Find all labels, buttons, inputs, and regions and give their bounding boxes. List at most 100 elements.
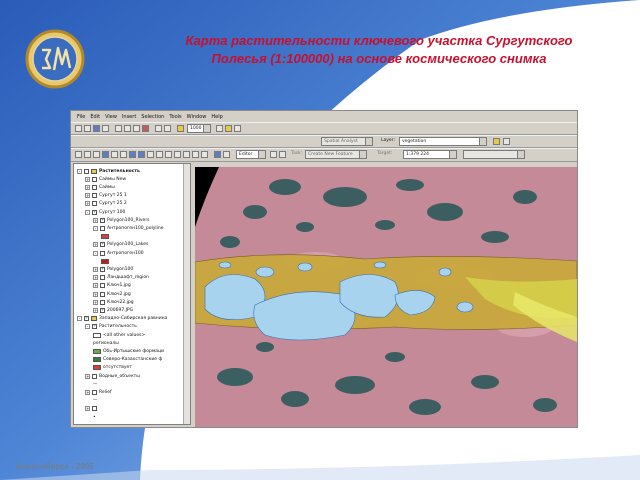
layer-visibility-checkbox[interactable]: ✓ — [100, 217, 105, 223]
toc-item[interactable]: + ✓ Polygon100_Lakes — [93, 241, 148, 249]
new-document-icon[interactable] — [75, 125, 82, 132]
layer-visibility-checkbox[interactable] — [92, 373, 97, 379]
layer-visibility-checkbox[interactable] — [92, 201, 97, 207]
toc-item[interactable]: + Ландшафт_region — [93, 274, 149, 282]
layer-visibility-checkbox[interactable] — [92, 193, 97, 199]
toc-item[interactable]: отсутствует — [93, 364, 132, 372]
toc-item[interactable]: — — [93, 380, 98, 388]
expand-icon[interactable]: + — [85, 193, 90, 199]
layer-visibility-checkbox[interactable] — [100, 250, 105, 256]
hyperlink-icon[interactable] — [192, 151, 199, 158]
forward-icon[interactable] — [138, 151, 145, 158]
layer-visibility-checkbox[interactable] — [100, 291, 105, 297]
expand-icon[interactable]: + — [85, 201, 90, 207]
select-elements-icon[interactable] — [156, 151, 163, 158]
collapse-icon[interactable]: - — [77, 316, 82, 322]
toc-item[interactable] — [101, 257, 111, 265]
expand-icon[interactable]: + — [85, 373, 90, 379]
chevron-down-icon[interactable] — [203, 125, 210, 132]
layer-visibility-checkbox[interactable]: ✓ — [100, 242, 105, 248]
print-icon[interactable] — [102, 125, 109, 132]
layer-visibility-checkbox[interactable]: ✓ — [92, 324, 97, 330]
zoom-in-icon[interactable] — [75, 151, 82, 158]
cut-icon[interactable] — [115, 125, 122, 132]
expand-icon[interactable]: + — [93, 291, 98, 297]
toc-item[interactable]: + Relief — [85, 388, 112, 396]
expand-icon[interactable]: + — [93, 307, 98, 313]
layer-visibility-checkbox[interactable] — [92, 176, 97, 182]
toc-item[interactable]: + ✓ 200697.JPG — [93, 306, 133, 314]
edit-tool-icon[interactable] — [270, 151, 277, 158]
expand-icon[interactable]: + — [85, 406, 90, 412]
expand-icon[interactable]: + — [93, 242, 98, 248]
delete-icon[interactable] — [142, 125, 149, 132]
task-select[interactable]: Create New Feature — [305, 150, 367, 159]
full-extent-icon[interactable] — [102, 151, 109, 158]
toc-item[interactable]: <all other values> — [93, 331, 145, 339]
expand-icon[interactable]: + — [93, 275, 98, 281]
toc-item[interactable]: + Сургут 25 2 — [85, 200, 127, 208]
toc-item[interactable]: + ✓ Polygon100 — [93, 265, 133, 273]
toc-item[interactable]: • — [93, 413, 96, 421]
spatial-analyst-tool-icon[interactable] — [503, 138, 510, 145]
menu-item[interactable]: Help — [211, 114, 222, 120]
chevron-down-icon[interactable] — [479, 138, 486, 145]
collapse-icon[interactable]: - — [85, 209, 90, 215]
histogram-icon[interactable] — [493, 138, 500, 145]
redo-icon[interactable] — [164, 125, 171, 132]
collapse-icon[interactable]: - — [77, 168, 82, 174]
chevron-down-icon[interactable] — [365, 138, 372, 145]
target-select[interactable] — [463, 150, 525, 159]
toc-item[interactable]: - Растительность — [77, 167, 140, 175]
toc-item[interactable]: + — [85, 405, 99, 413]
help-icon[interactable] — [234, 125, 241, 132]
menu-item[interactable]: Window — [187, 114, 207, 120]
layer-visibility-checkbox[interactable] — [100, 275, 105, 281]
toc-item[interactable]: - Антропоген100 — [93, 249, 144, 257]
expand-icon[interactable]: + — [93, 299, 98, 305]
layer-visibility-checkbox[interactable]: ✓ — [92, 209, 97, 215]
toc-item[interactable]: + Сургут 25 1 — [85, 192, 127, 200]
arctoolbox-icon[interactable] — [225, 125, 232, 132]
menu-item[interactable]: Selection — [141, 114, 164, 120]
toc-item[interactable]: - ✓ Западно-Сибирская равнина — [77, 315, 167, 323]
editor-toolbar-icon[interactable] — [216, 125, 223, 132]
layer-visibility-checkbox[interactable] — [100, 283, 105, 289]
layer-visibility-checkbox[interactable]: ✓ — [100, 307, 105, 313]
zoom-out-icon[interactable] — [84, 151, 91, 158]
toc-item[interactable]: + Ключ22.jpg — [93, 298, 134, 306]
open-icon[interactable] — [84, 125, 91, 132]
expand-icon[interactable]: + — [85, 389, 90, 395]
toc-scrollbar[interactable] — [183, 164, 190, 424]
map-view[interactable] — [195, 167, 577, 428]
globe-icon[interactable] — [214, 151, 221, 158]
toc-item[interactable]: регионалы — [93, 339, 119, 347]
menu-item[interactable]: Edit — [90, 114, 100, 120]
expand-icon[interactable]: + — [85, 184, 90, 190]
copy-icon[interactable] — [124, 125, 131, 132]
chevron-down-icon[interactable] — [359, 151, 366, 158]
chevron-down-icon[interactable] — [517, 151, 524, 158]
identify-icon[interactable] — [165, 151, 172, 158]
menu-item[interactable]: File — [77, 114, 85, 120]
chevron-down-icon[interactable] — [449, 151, 456, 158]
toc-item[interactable]: - Антропоген100_polyline — [93, 224, 164, 232]
toc-item[interactable]: Северо-Казахстанские ф — [93, 356, 162, 364]
layer-visibility-checkbox[interactable] — [84, 168, 89, 174]
layer-visibility-checkbox[interactable]: ✓ — [84, 316, 89, 322]
toc-item[interactable]: + Водные_объекты — [85, 372, 140, 380]
pan-icon[interactable] — [93, 151, 100, 158]
menu-item[interactable]: Tools — [169, 114, 181, 120]
toc-item[interactable]: — — [93, 397, 98, 405]
back-icon[interactable] — [129, 151, 136, 158]
expand-icon[interactable]: + — [93, 217, 98, 223]
zoom-layer-icon[interactable] — [223, 151, 230, 158]
toc-item[interactable]: + Ключ1.jpg — [93, 282, 131, 290]
fixed-zoom-out-icon[interactable] — [120, 151, 127, 158]
map-scale-combo[interactable]: 1:379 224 — [403, 150, 457, 159]
layer-visibility-checkbox[interactable] — [92, 184, 97, 190]
pointer-icon[interactable] — [201, 151, 208, 158]
toc-item[interactable]: - ✓ Сургут 100 — [85, 208, 125, 216]
scale-combo[interactable]: 1000 — [187, 124, 211, 133]
layer-visibility-checkbox[interactable] — [92, 406, 97, 412]
